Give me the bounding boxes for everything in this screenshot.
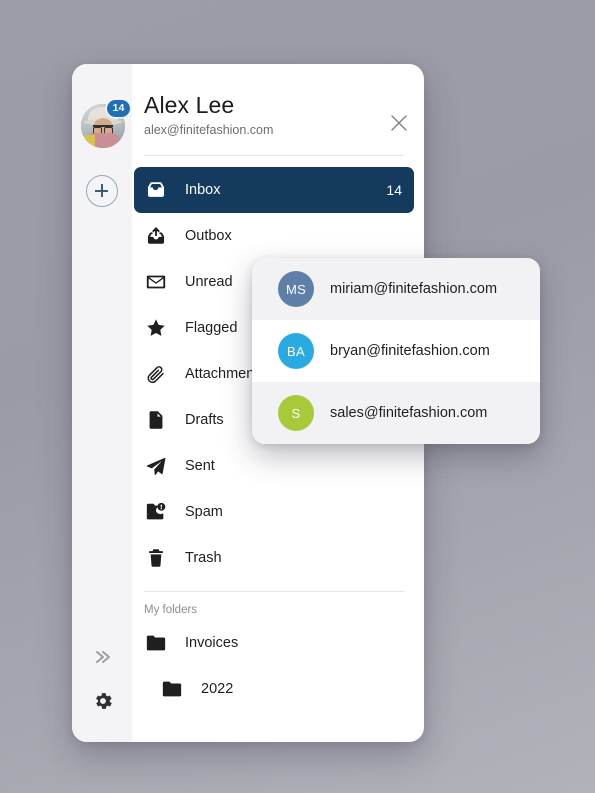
add-account-button[interactable]: [86, 175, 118, 207]
nav-item-label: Flagged: [185, 320, 238, 336]
account-switcher-popup: MS miriam@finitefashion.com BA bryan@finite…: [252, 258, 540, 444]
double-chevron-right-icon[interactable]: [92, 646, 114, 668]
account-avatar: MS: [278, 271, 314, 307]
nav-item-sent[interactable]: Sent: [134, 443, 414, 489]
spam-folder-icon: [144, 500, 168, 524]
account-row[interactable]: BA bryan@finitefashion.com: [252, 320, 540, 382]
avatar-wrapper[interactable]: 14: [81, 100, 130, 148]
folder-item-label: 2022: [201, 681, 234, 697]
folder-icon: [160, 677, 184, 701]
account-header: Alex Lee alex@finitefashion.com: [132, 64, 424, 138]
header-divider: [144, 155, 404, 156]
icon-rail: 14: [72, 64, 132, 742]
nav-item-label: Unread: [185, 274, 233, 290]
paperclip-icon: [144, 362, 168, 386]
account-email-label: sales@finitefashion.com: [330, 405, 488, 421]
custom-folder-list: Invoices 2022: [132, 616, 424, 712]
nav-item-count: 14: [386, 182, 402, 198]
folder-item-label: Invoices: [185, 635, 239, 651]
inbox-icon: [144, 178, 168, 202]
paper-plane-icon: [144, 454, 168, 478]
account-row[interactable]: Ssales@finitefashion.com: [252, 382, 540, 444]
nav-item-label: Spam: [185, 504, 223, 520]
nav-item-label: Drafts: [185, 412, 224, 428]
nav-item-spam[interactable]: Spam: [134, 489, 414, 535]
nav-item-label: Inbox: [185, 182, 221, 198]
unread-count-badge: 14: [107, 100, 130, 117]
account-name: Alex Lee: [144, 92, 235, 118]
outbox-icon: [144, 224, 168, 248]
folder-icon: [144, 631, 168, 655]
avatar-glasses: [93, 125, 113, 135]
folder-item-2022[interactable]: 2022: [134, 666, 414, 712]
account-email-label: bryan@finitefashion.com: [330, 343, 490, 359]
gear-icon[interactable]: [92, 690, 114, 712]
nav-item-outbox[interactable]: Outbox: [134, 213, 414, 259]
star-icon: [144, 316, 168, 340]
account-row[interactable]: MS miriam@finitefashion.com: [252, 258, 540, 320]
envelope-icon: [144, 270, 168, 294]
avatar-shoulder: [81, 135, 95, 148]
folder-item-invoices[interactable]: Invoices: [134, 620, 414, 666]
account-avatar: BA: [278, 333, 314, 369]
account-email: alex@finitefashion.com: [144, 123, 274, 137]
close-icon[interactable]: [388, 112, 410, 134]
my-folders-label: My folders: [144, 604, 198, 616]
account-email-label: miriam@finitefashion.com: [330, 281, 498, 297]
document-icon: [144, 408, 168, 432]
nav-item-label: Trash: [185, 550, 222, 566]
nav-item-trash[interactable]: Trash: [134, 535, 414, 581]
trash-icon: [144, 546, 168, 570]
account-avatar: S: [278, 395, 314, 431]
nav-item-label: Outbox: [185, 228, 232, 244]
nav-item-label: Sent: [185, 458, 215, 474]
nav-item-inbox[interactable]: Inbox 14: [134, 167, 414, 213]
